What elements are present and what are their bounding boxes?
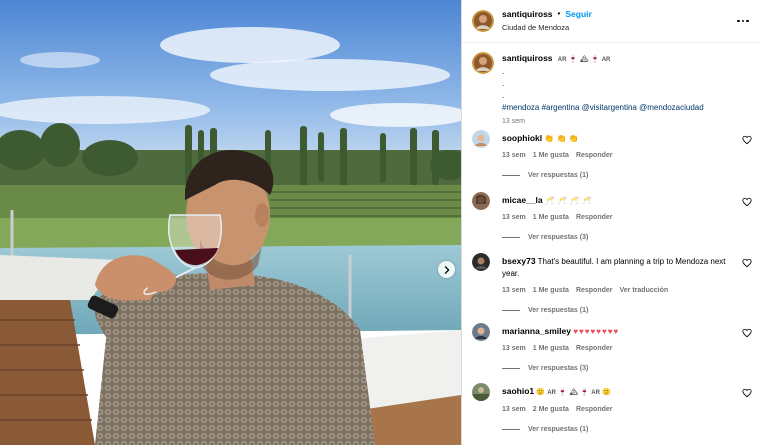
avatar[interactable] [472, 10, 494, 32]
comment-likes[interactable]: 2 Me gusta [533, 404, 569, 416]
more-icon [737, 19, 740, 23]
post-viewer: santiquiross • Seguir Ciudad de Mendoza [0, 0, 760, 445]
wine-glass-icon: 🍷 [558, 389, 567, 396]
view-replies-label: Ver respuestas (1) [528, 426, 589, 433]
avatar[interactable] [472, 130, 490, 148]
comment-likes[interactable]: 1 Me gusta [533, 285, 569, 297]
caption-line: . [502, 91, 505, 100]
comment-text: That's beautiful. I am planning a trip t… [502, 257, 726, 278]
translate-button[interactable]: Ver traducción [620, 285, 669, 297]
comment-time[interactable]: 13 sem [502, 150, 526, 162]
avatar[interactable] [472, 323, 490, 341]
post-location[interactable]: Ciudad de Mendoza [502, 21, 735, 35]
like-heart-icon[interactable] [742, 328, 752, 338]
caption-line: . [502, 79, 505, 88]
caption-line: . [502, 67, 505, 76]
chevron-right-icon [444, 265, 449, 274]
post-caption: santiquiross AR 🍷 🏔 🍷 AR . . . #mendoza … [462, 43, 760, 125]
reply-button[interactable]: Responder [576, 150, 613, 162]
comment-time[interactable]: 13 sem [502, 404, 526, 416]
view-replies-label: Ver respuestas (1) [528, 307, 589, 314]
like-heart-icon[interactable] [742, 197, 752, 207]
caption-hashtags[interactable]: #mendoza #argentina @visitargentina @men… [502, 102, 704, 114]
comment-likes[interactable]: 1 Me gusta [533, 212, 569, 224]
wine-glass-icon: 🍷 [568, 56, 578, 63]
comment: bsexy73 That's beautiful. I am planning … [472, 253, 752, 314]
post-image [0, 0, 461, 445]
comment-username[interactable]: saohio1 [502, 386, 534, 396]
next-photo-button[interactable] [438, 261, 455, 278]
comment-text: ♥♥♥♥♥♥♥♥ [573, 327, 620, 336]
comment: micae__la 🥂 🥂 🥂 🥂 13 sem 1 Me gusta Resp… [472, 192, 752, 241]
comment-time[interactable]: 13 sem [502, 212, 526, 224]
mountain-icon: 🏔 [569, 389, 579, 396]
mountain-icon: 🏔 [579, 56, 589, 63]
reply-button[interactable]: Responder [576, 285, 613, 297]
view-replies-label: Ver respuestas (1) [528, 172, 589, 179]
flag-argentina-icon: AR [591, 390, 600, 396]
comment-time[interactable]: 13 sem [502, 343, 526, 355]
reply-button[interactable]: Responder [576, 212, 613, 224]
comment-text: 👏 👏 👏 [544, 134, 579, 143]
flag-argentina-icon: AR [547, 390, 556, 396]
comment-username[interactable]: bsexy73 [502, 256, 536, 266]
separator-dot: • [557, 9, 561, 18]
reply-button[interactable]: Responder [576, 404, 613, 416]
view-replies-label: Ver respuestas (3) [528, 234, 589, 241]
comment-likes[interactable]: 1 Me gusta [533, 343, 569, 355]
comment: saohio1 🙂 AR 🍷 🏔 🍷 AR 🙂 13 sem 2 Me gust… [472, 383, 752, 433]
post-author-username[interactable]: santiquiross [502, 7, 553, 21]
comment: soophiokl 👏 👏 👏 13 sem 1 Me gusta Respon… [472, 130, 752, 179]
smiling-face-icon: 🙂 [602, 389, 611, 396]
comment-username[interactable]: marianna_smiley [502, 326, 571, 336]
wine-glass-icon: 🍷 [580, 389, 590, 396]
avatar[interactable] [472, 52, 494, 74]
flag-argentina-icon: AR [557, 57, 567, 63]
post-photo[interactable] [0, 0, 461, 445]
comment-time[interactable]: 13 sem [502, 285, 526, 297]
view-replies-label: Ver respuestas (3) [528, 365, 589, 372]
flag-argentina-icon: AR [601, 57, 611, 63]
view-replies-button[interactable]: Ver respuestas (1) [502, 172, 752, 179]
comment-username[interactable]: micae__la [502, 195, 543, 205]
post-header: santiquiross • Seguir Ciudad de Mendoza [462, 0, 760, 43]
avatar[interactable] [472, 192, 490, 210]
view-replies-button[interactable]: Ver respuestas (1) [502, 307, 752, 314]
comment-username[interactable]: soophiokl [502, 133, 542, 143]
reply-button[interactable]: Responder [576, 343, 613, 355]
comment-text: 🥂 🥂 🥂 🥂 [544, 196, 592, 205]
avatar[interactable] [472, 253, 490, 271]
view-replies-button[interactable]: Ver respuestas (1) [502, 426, 752, 433]
post-details-panel: santiquiross • Seguir Ciudad de Mendoza [461, 0, 760, 445]
caption-username[interactable]: santiquiross [502, 53, 553, 63]
like-heart-icon[interactable] [742, 258, 752, 268]
comment-likes[interactable]: 1 Me gusta [533, 150, 569, 162]
view-replies-button[interactable]: Ver respuestas (3) [502, 234, 752, 241]
avatar[interactable] [472, 383, 490, 401]
caption-time[interactable]: 13 sem [502, 116, 704, 128]
smiling-face-icon: 🙂 [536, 389, 546, 396]
comment: marianna_smiley ♥♥♥♥♥♥♥♥ 13 sem 1 Me gus… [472, 323, 752, 372]
wine-glass-icon: 🍷 [590, 56, 600, 63]
more-options-button[interactable] [735, 13, 751, 29]
like-heart-icon[interactable] [742, 135, 752, 145]
like-heart-icon[interactable] [742, 388, 752, 398]
view-replies-button[interactable]: Ver respuestas (3) [502, 365, 752, 372]
follow-button[interactable]: Seguir [565, 7, 591, 21]
